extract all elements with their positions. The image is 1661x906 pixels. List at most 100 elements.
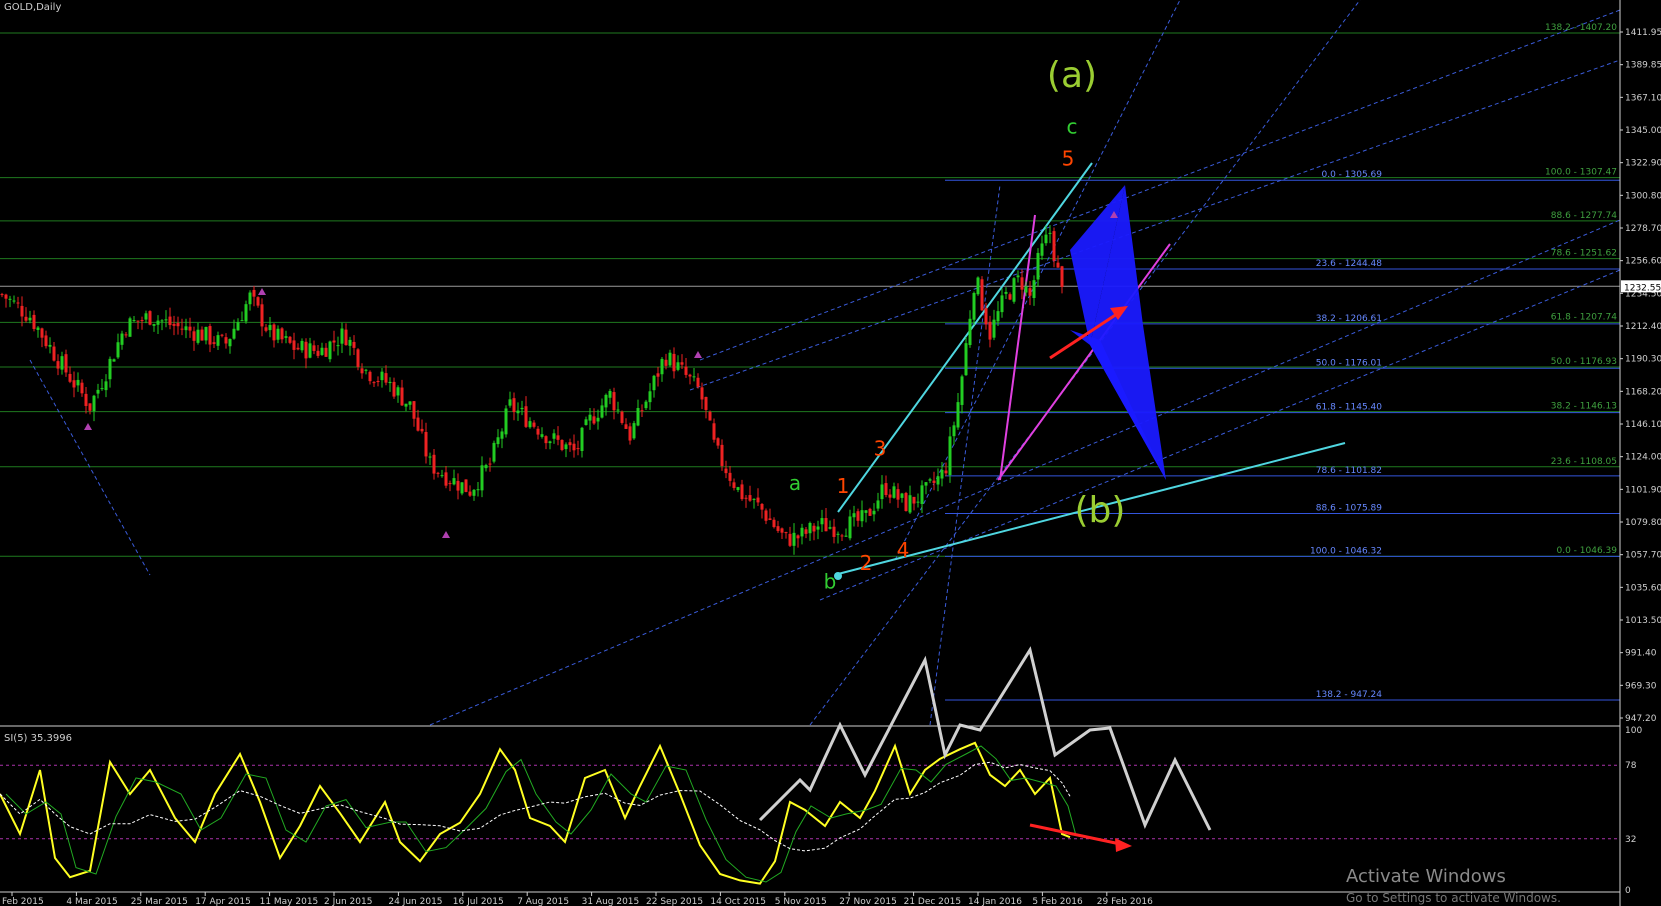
candle-body xyxy=(148,311,152,325)
price-tick-label: 1190.30 xyxy=(1625,355,1661,365)
candle-body xyxy=(1000,295,1004,313)
candle-body xyxy=(1028,288,1032,296)
candle-body xyxy=(312,345,316,351)
candle-body xyxy=(404,403,408,407)
price-chart[interactable]: 138.2 - 1407.20 100.0 - 1307.47 88.6 - 127… xyxy=(0,0,1661,906)
wave-label: c xyxy=(1067,114,1078,138)
price-tick-label: 1389.85 xyxy=(1625,61,1661,71)
candle-body xyxy=(892,486,896,498)
price-tick-label: 1411.95 xyxy=(1625,28,1661,38)
price-tick-label: 1146.10 xyxy=(1625,420,1661,430)
candle-body xyxy=(368,371,372,382)
candle-body xyxy=(48,344,52,347)
candle-body xyxy=(692,376,696,378)
candle-body xyxy=(424,432,428,457)
candle-body xyxy=(964,343,968,376)
candle-body xyxy=(308,343,312,358)
candle-body xyxy=(872,510,876,515)
candle-body xyxy=(392,381,396,397)
candle-body xyxy=(456,480,460,491)
candle-body xyxy=(140,320,144,322)
candle-body xyxy=(916,501,920,503)
candle-body xyxy=(600,405,604,418)
candle-body xyxy=(72,380,76,388)
candle-body xyxy=(952,425,956,437)
candle-body xyxy=(16,302,20,304)
wave-label: 2 xyxy=(860,551,873,575)
candle-body xyxy=(664,359,668,366)
candle-body xyxy=(852,513,856,518)
oscillator-tick-label: 78 xyxy=(1625,761,1637,771)
candle-body xyxy=(628,426,632,441)
candle-body xyxy=(1048,232,1052,234)
candle-body xyxy=(44,335,48,347)
candle-body xyxy=(956,402,960,428)
date-tick-label: 27 Nov 2015 xyxy=(839,897,897,906)
date-tick-label: 29 Feb 2016 xyxy=(1097,897,1153,906)
candle-body xyxy=(904,492,908,512)
candle-body xyxy=(164,319,168,321)
candle-body xyxy=(264,327,268,331)
candle-body xyxy=(544,436,548,444)
candle-body xyxy=(20,305,24,317)
candle-body xyxy=(76,379,80,386)
candle-body xyxy=(944,470,948,474)
candle-body xyxy=(588,414,592,421)
candle-body xyxy=(976,277,980,295)
candle-body xyxy=(324,347,328,357)
candle-body xyxy=(932,480,936,483)
candle-body xyxy=(1012,278,1016,302)
candle-body xyxy=(508,399,512,406)
price-tick-label: 1057.70 xyxy=(1625,551,1661,561)
date-tick-label: 7 Aug 2015 xyxy=(517,897,569,906)
candle-body xyxy=(996,311,1000,322)
candle-body xyxy=(276,328,280,340)
candle-body xyxy=(156,320,160,325)
candle-body xyxy=(752,498,756,500)
candle-body xyxy=(1032,280,1036,298)
candle-body xyxy=(80,382,84,394)
candle-body xyxy=(580,427,584,451)
price-tick-label: 1212.40 xyxy=(1625,322,1661,332)
candle-body xyxy=(64,354,68,373)
candle-body xyxy=(748,495,752,501)
candle-body xyxy=(4,294,8,299)
candle-body xyxy=(808,522,812,534)
candle-body xyxy=(524,406,528,427)
candle-body xyxy=(448,483,452,485)
candle-body xyxy=(676,362,680,370)
candle-body xyxy=(220,334,224,336)
candle-body xyxy=(1008,294,1012,300)
candle-body xyxy=(272,324,276,341)
candle-body xyxy=(740,484,744,500)
candle-body xyxy=(604,394,608,408)
candle-body xyxy=(420,428,424,432)
candle-body xyxy=(700,387,704,400)
candle-body xyxy=(396,387,400,396)
candle-body xyxy=(1060,266,1064,287)
fib-level-label: 38.2 - 1206.61 xyxy=(1316,314,1382,324)
watermark-title: Activate Windows xyxy=(1346,866,1506,887)
wave-label: (b) xyxy=(1075,490,1126,531)
candle-body xyxy=(912,496,916,504)
candle-body xyxy=(224,337,228,344)
candle-body xyxy=(688,374,692,377)
wave-label: b xyxy=(824,570,837,594)
candle-body xyxy=(348,339,352,346)
candle-body xyxy=(972,292,976,320)
candle-body xyxy=(12,300,16,302)
candle-body xyxy=(708,411,712,421)
date-tick-label: 14 Jan 2016 xyxy=(968,897,1022,906)
candle-body xyxy=(616,409,620,411)
candle-body xyxy=(732,482,736,488)
symbol-label: GOLD,Daily xyxy=(4,2,61,13)
candle-body xyxy=(960,376,964,405)
candle-body xyxy=(60,356,64,370)
candle-body xyxy=(428,456,432,458)
candle-body xyxy=(468,491,472,496)
candle-body xyxy=(644,401,648,409)
candle-body xyxy=(452,478,456,485)
candle-body xyxy=(924,482,928,486)
wave-label: a xyxy=(789,471,801,495)
oscillator-tick-label: 32 xyxy=(1625,835,1636,845)
